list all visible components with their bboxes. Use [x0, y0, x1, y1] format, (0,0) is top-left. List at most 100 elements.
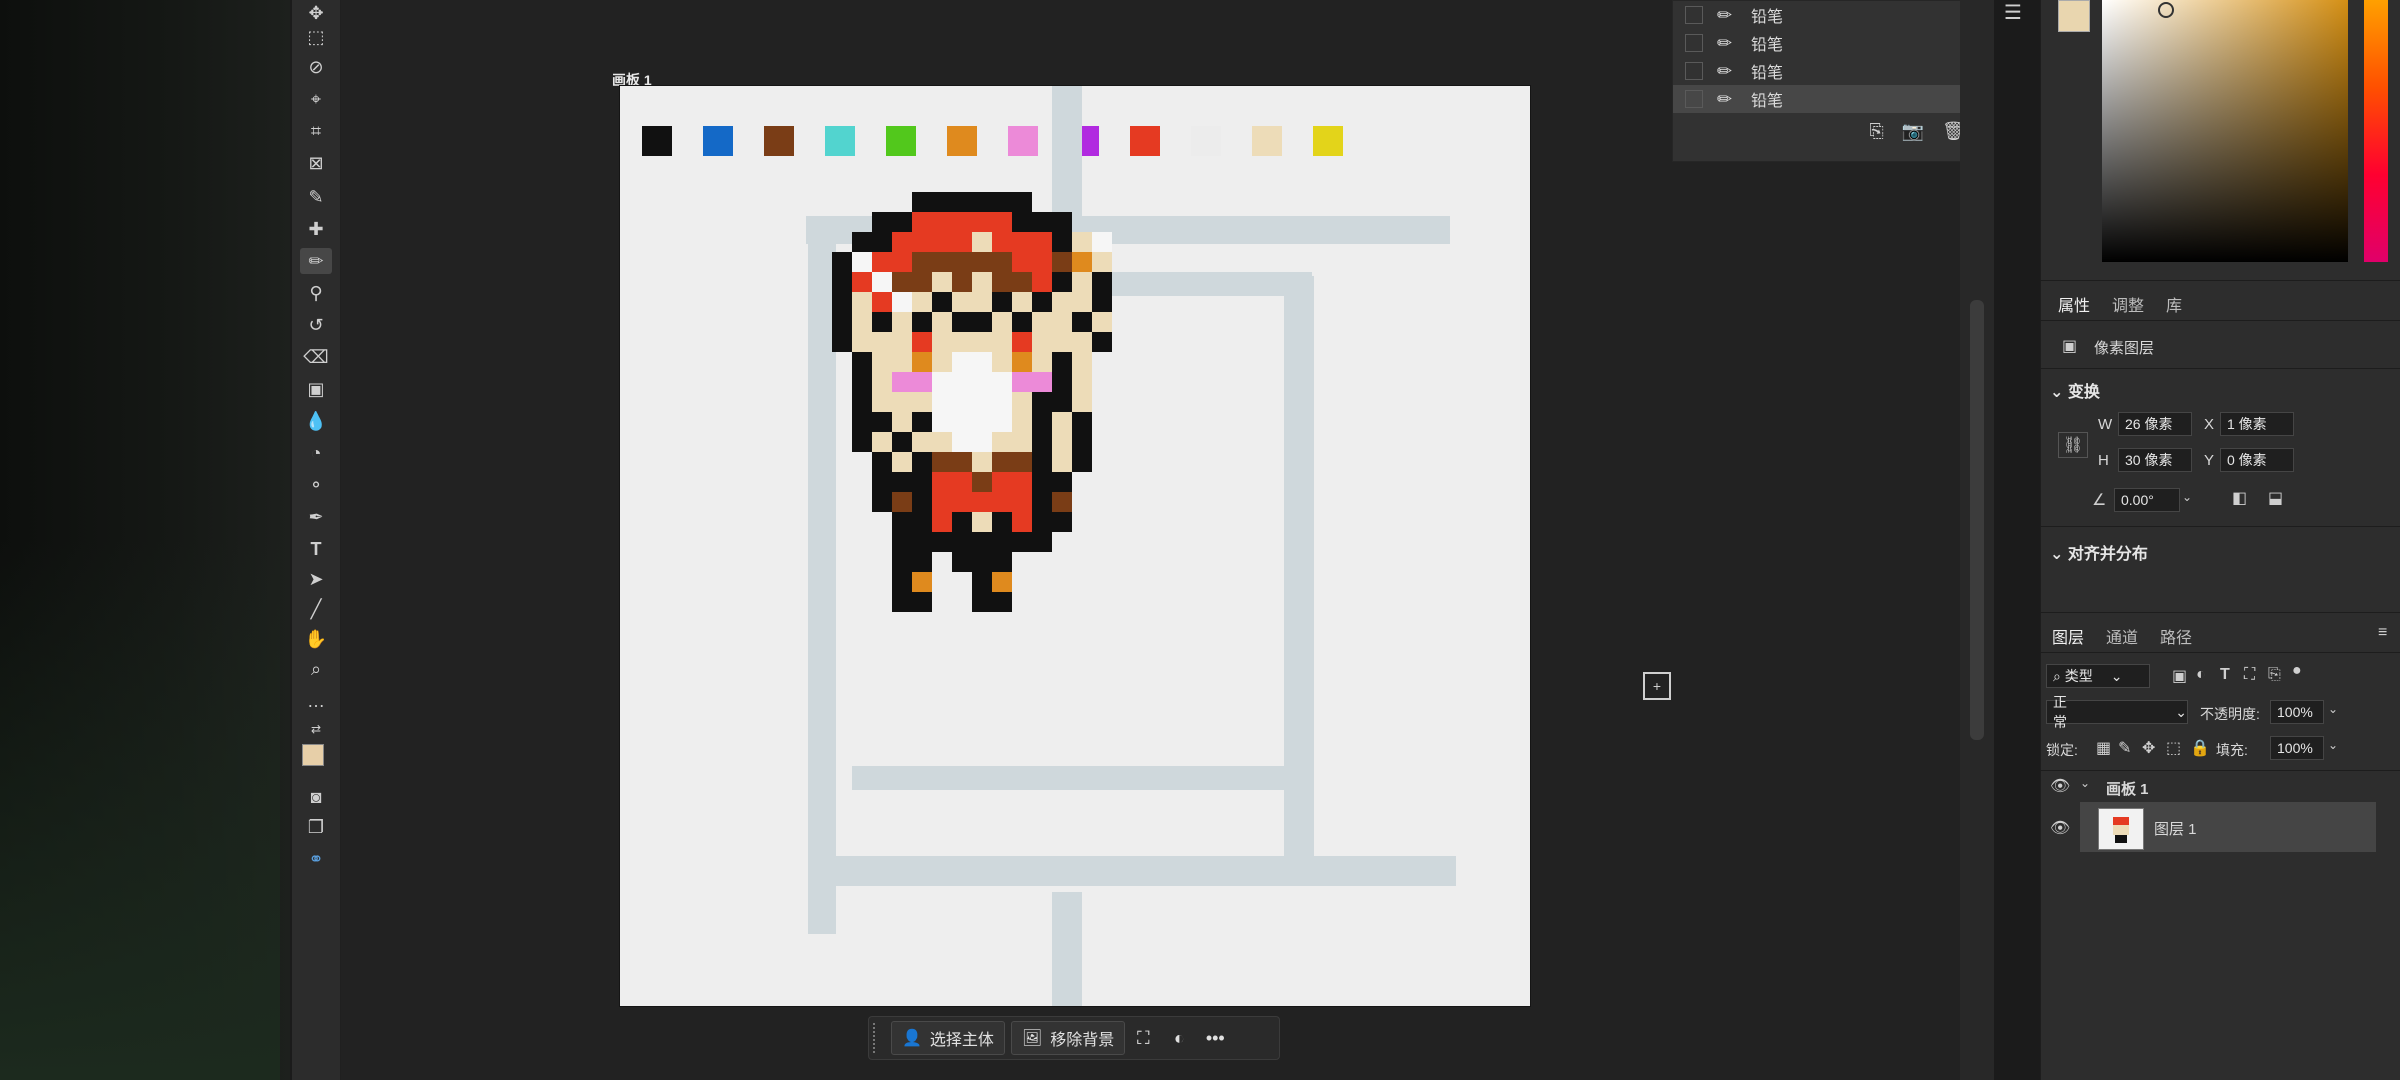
tab-properties[interactable]: 属性	[2058, 292, 2090, 316]
flip-horizontal-icon[interactable]: ◧	[2232, 488, 2247, 508]
tab-libraries[interactable]: 库	[2166, 292, 2182, 316]
layer-name[interactable]: 图层 1	[2154, 818, 2197, 839]
quick-select-tool-icon[interactable]: ⊘	[300, 54, 332, 80]
more-tools-icon[interactable]: …	[300, 688, 332, 714]
filter-shape-icon[interactable]: ⛶	[2244, 666, 2255, 684]
link-dimensions-icon[interactable]: ⛓	[2058, 432, 2089, 458]
history-item[interactable]: ✏ 铅笔	[1673, 1, 1973, 29]
palette-swatch[interactable]	[1130, 126, 1160, 156]
artboard-layer-name[interactable]: 画板 1	[2106, 778, 2149, 799]
color-picker-field[interactable]	[2102, 0, 2348, 262]
pencil-tool-icon[interactable]: ✏	[300, 248, 332, 274]
color-picker-cursor[interactable]	[2158, 2, 2174, 18]
share-icon[interactable]: ⚭	[300, 846, 332, 872]
y-field[interactable]: 0 像素	[2220, 448, 2294, 472]
zoom-tool-icon[interactable]: ⌕	[300, 656, 332, 682]
pen-tool-icon[interactable]: ✒	[300, 504, 332, 530]
swap-colors-icon[interactable]: ⇄	[300, 716, 332, 742]
palette-swatch[interactable]	[642, 126, 672, 156]
layer-filter-select[interactable]: ⌕ 类型 ⌄	[2046, 664, 2150, 688]
opacity-field[interactable]: 100%	[2270, 700, 2324, 724]
zoom-lens-tool-icon[interactable]: ⚬	[300, 472, 332, 498]
type-tool-icon[interactable]: T	[300, 536, 332, 562]
lock-artboard-icon[interactable]: ⬚	[2166, 738, 2181, 758]
lock-image-icon[interactable]: ✎	[2118, 738, 2131, 758]
blur-tool-icon[interactable]: 💧	[300, 408, 332, 434]
fill-dropdown-icon[interactable]: ⌄	[2328, 738, 2338, 752]
history-checkbox[interactable]	[1685, 34, 1703, 52]
blend-mode-select[interactable]: 正常 ⌄	[2046, 694, 2188, 730]
history-checkbox[interactable]	[1685, 62, 1703, 80]
color-picker-swatch[interactable]	[2058, 0, 2090, 32]
select-subject-button[interactable]: 👤 选择主体	[891, 1021, 1005, 1055]
filter-pixel-icon[interactable]: ▣	[2172, 666, 2187, 686]
healing-brush-tool-icon[interactable]: ✚	[300, 216, 332, 242]
palette-swatch[interactable]	[703, 126, 733, 156]
dock-scrollbar[interactable]	[1970, 300, 1984, 740]
artboard-canvas[interactable]	[620, 86, 1530, 1006]
width-field[interactable]: 26 像素	[2118, 412, 2192, 436]
quick-mask-icon[interactable]: ◙	[300, 784, 332, 810]
remove-background-button[interactable]: 🖼 移除背景	[1010, 1021, 1126, 1055]
filter-adjustment-icon[interactable]: ◐	[2196, 666, 2206, 684]
palette-swatch[interactable]	[1252, 126, 1282, 156]
lock-transparent-icon[interactable]: ▦	[2096, 738, 2111, 758]
palette-swatch[interactable]	[886, 126, 916, 156]
object-select-tool-icon[interactable]: ⌖	[300, 86, 332, 112]
line-tool-icon[interactable]: ╱	[300, 596, 332, 622]
tab-layers[interactable]: 图层	[2052, 624, 2084, 648]
x-field[interactable]: 1 像素	[2220, 412, 2294, 436]
gradient-tool-icon[interactable]: ▣	[300, 376, 332, 402]
artboard-add-marker-icon[interactable]: +	[1643, 672, 1671, 700]
lock-all-icon[interactable]: 🔒	[2190, 738, 2210, 758]
adjustment-icon[interactable]: ◐	[1161, 1022, 1197, 1054]
align-distribute-section-header[interactable]: ⌄ 对齐并分布	[2050, 540, 2148, 564]
lock-position-icon[interactable]: ✥	[2142, 738, 2155, 758]
frame-tool-icon[interactable]: ⊠	[300, 150, 332, 176]
layers-panel-menu-icon[interactable]: ≡	[2378, 624, 2387, 642]
transform-section-header[interactable]: ⌄ 变换	[2050, 378, 2100, 402]
dodge-tool-icon[interactable]: ◔	[300, 440, 332, 466]
transform-icon[interactable]: ⛶	[1125, 1022, 1161, 1054]
tab-channels[interactable]: 通道	[2106, 624, 2138, 648]
crop-tool-icon[interactable]: ⌗	[300, 118, 332, 144]
history-item[interactable]: ✏ 铅笔	[1673, 29, 1973, 57]
filter-toggle-icon[interactable]: ●	[2292, 662, 2302, 680]
palette-swatch[interactable]	[764, 126, 794, 156]
opacity-dropdown-icon[interactable]: ⌄	[2328, 702, 2338, 716]
palette-swatch[interactable]	[825, 126, 855, 156]
history-checkbox[interactable]	[1685, 90, 1703, 108]
tab-paths[interactable]: 路径	[2160, 624, 2192, 648]
screen-mode-icon[interactable]: ❐	[300, 814, 332, 840]
filter-smart-object-icon[interactable]: ⎘	[2268, 666, 2281, 684]
palette-swatch[interactable]	[1313, 126, 1343, 156]
hue-slider[interactable]	[2364, 0, 2388, 262]
height-field[interactable]: 30 像素	[2118, 448, 2192, 472]
palette-swatch[interactable]	[1008, 126, 1038, 156]
filter-type-icon[interactable]: T	[2220, 666, 2230, 684]
hand-tool-icon[interactable]: ✋	[300, 626, 332, 652]
visibility-eye-icon[interactable]: 👁	[2050, 776, 2070, 796]
path-select-tool-icon[interactable]: ➤	[300, 566, 332, 592]
drag-handle-icon[interactable]	[873, 1023, 885, 1053]
move-tool-icon[interactable]: ✥	[300, 0, 332, 26]
stamp-tool-icon[interactable]: ⚲	[300, 280, 332, 306]
flip-vertical-icon[interactable]: ⬓	[2268, 488, 2283, 508]
history-checkbox[interactable]	[1685, 6, 1703, 24]
panel-options-icon[interactable]: ☰	[2004, 0, 2022, 25]
expand-artboard-chevron-icon[interactable]: ⌄	[2080, 776, 2090, 790]
visibility-eye-icon[interactable]: 👁	[2050, 818, 2070, 838]
eyedropper-tool-icon[interactable]: ✎	[300, 184, 332, 210]
history-brush-tool-icon[interactable]: ↺	[300, 312, 332, 338]
palette-swatch[interactable]	[947, 126, 977, 156]
snapshot-camera-icon[interactable]: 📷	[1902, 121, 1924, 142]
eraser-tool-icon[interactable]: ⌫	[300, 344, 332, 370]
more-options-icon[interactable]: •••	[1197, 1022, 1233, 1054]
fill-field[interactable]: 100%	[2270, 736, 2324, 760]
angle-field[interactable]: 0.00°	[2114, 488, 2180, 512]
palette-swatch[interactable]	[1191, 126, 1221, 156]
foreground-color-swatch[interactable]	[302, 744, 324, 766]
history-item[interactable]: ✏ 铅笔	[1673, 57, 1973, 85]
new-document-from-state-icon[interactable]: ⎘	[1869, 121, 1883, 142]
tab-adjustments[interactable]: 调整	[2112, 292, 2144, 316]
